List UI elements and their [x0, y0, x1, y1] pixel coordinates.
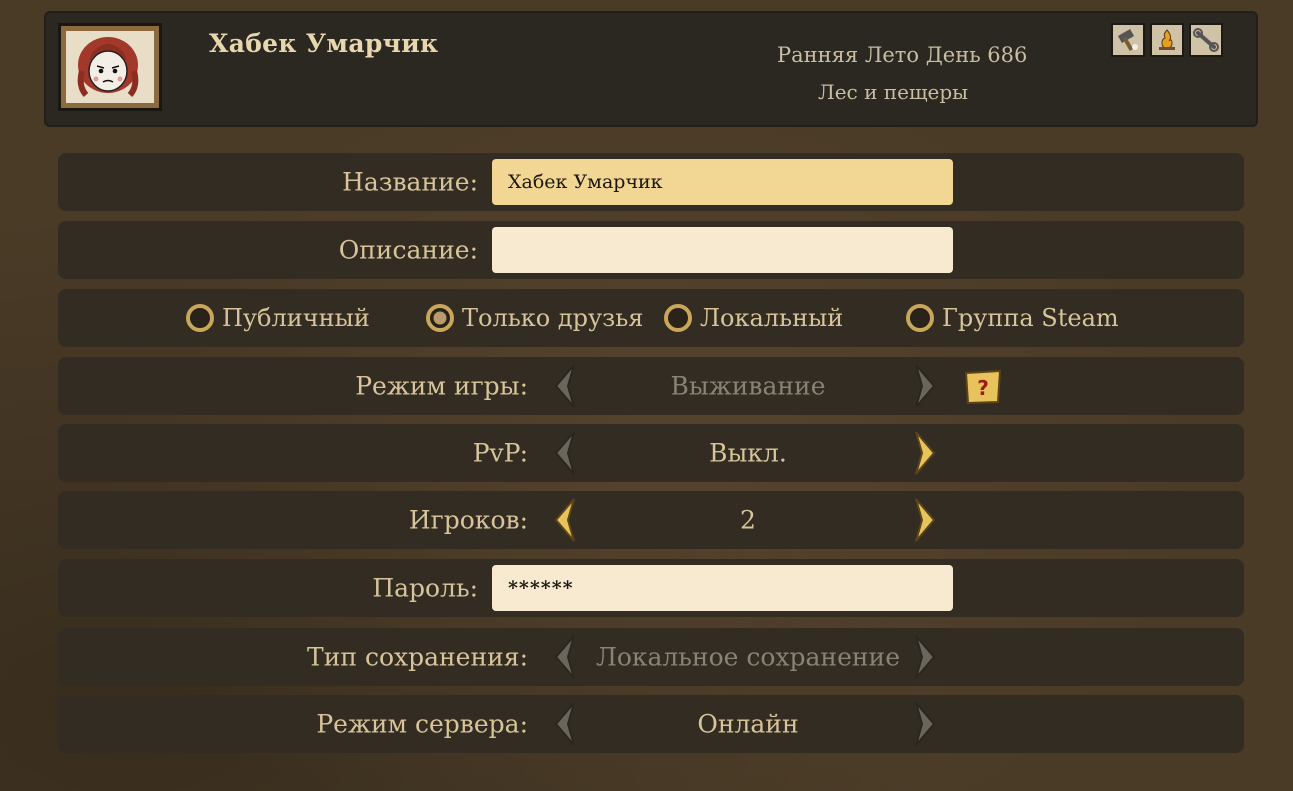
row-password: Пароль: ****** [58, 559, 1244, 617]
radio-steam-group-label: Группа Steam [942, 304, 1119, 332]
hammer-icon[interactable] [1111, 23, 1145, 57]
players-label: Игроков: [408, 505, 528, 535]
radio-local[interactable]: Локальный [662, 289, 843, 347]
row-description: Описание: [58, 221, 1244, 279]
row-save-type: Тип сохранения: Локальное сохранение [58, 628, 1244, 686]
world-title: Хабек Умарчик [209, 29, 439, 58]
row-game-mode: Режим игры: Выживание ? [58, 357, 1244, 415]
radio-unselected-icon [184, 302, 216, 334]
world-type-label: Лес и пещеры [818, 80, 969, 104]
server-mode-value: Онлайн [697, 709, 799, 739]
character-avatar [58, 23, 162, 111]
password-label: Пароль: [372, 573, 478, 603]
pvp-value: Выкл. [709, 438, 787, 468]
name-label: Название: [342, 167, 478, 197]
players-value: 2 [740, 505, 756, 535]
server-mode-label: Режим сервера: [316, 709, 528, 739]
save-type-label: Тип сохранения: [307, 642, 528, 672]
radio-unselected-icon [904, 302, 936, 334]
row-players: Игроков: 2 [58, 491, 1244, 549]
header-icon-group [1111, 23, 1223, 57]
radio-selected-icon [424, 302, 456, 334]
row-pvp: PvP: Выкл. [58, 424, 1244, 482]
radio-local-label: Локальный [700, 304, 844, 332]
description-label: Описание: [338, 235, 478, 265]
radio-steam-group[interactable]: Группа Steam [904, 289, 1119, 347]
players-next-arrow-icon[interactable] [912, 497, 940, 543]
pvp-next-arrow-icon[interactable] [912, 430, 940, 476]
description-input[interactable] [492, 227, 953, 273]
game-mode-next-arrow-icon[interactable] [912, 363, 940, 409]
campfire-icon[interactable] [1150, 23, 1184, 57]
game-mode-value: Выживание [670, 371, 826, 401]
name-input[interactable]: Хабек Умарчик [492, 159, 953, 205]
radio-public-label: Публичный [222, 304, 370, 332]
game-mode-label: Режим игры: [355, 371, 528, 401]
row-name: Название: Хабек Умарчик [58, 153, 1244, 211]
help-question-icon[interactable]: ? [963, 369, 1003, 405]
world-header: Хабек Умарчик Ранняя Лето День 686 Лес и… [44, 11, 1258, 127]
row-server-mode: Режим сервера: Онлайн [58, 695, 1244, 753]
radio-public[interactable]: Публичный [184, 289, 370, 347]
server-mode-next-arrow-icon[interactable] [912, 701, 940, 747]
radio-unselected-icon [662, 302, 694, 334]
wigfrid-portrait-icon [66, 31, 154, 103]
svg-text:?: ? [977, 376, 989, 400]
save-type-next-arrow-icon[interactable] [912, 634, 940, 680]
radio-friends[interactable]: Только друзья [424, 289, 643, 347]
save-type-value: Локальное сохранение [595, 642, 901, 672]
password-input[interactable]: ****** [492, 565, 953, 611]
wrench-icon[interactable] [1189, 23, 1223, 57]
row-privacy: Публичный Только друзья Локальный Группа… [58, 289, 1244, 347]
pvp-label: PvP: [472, 438, 528, 468]
season-day-label: Ранняя Лето День 686 [777, 43, 1028, 67]
radio-friends-label: Только друзья [462, 304, 644, 332]
